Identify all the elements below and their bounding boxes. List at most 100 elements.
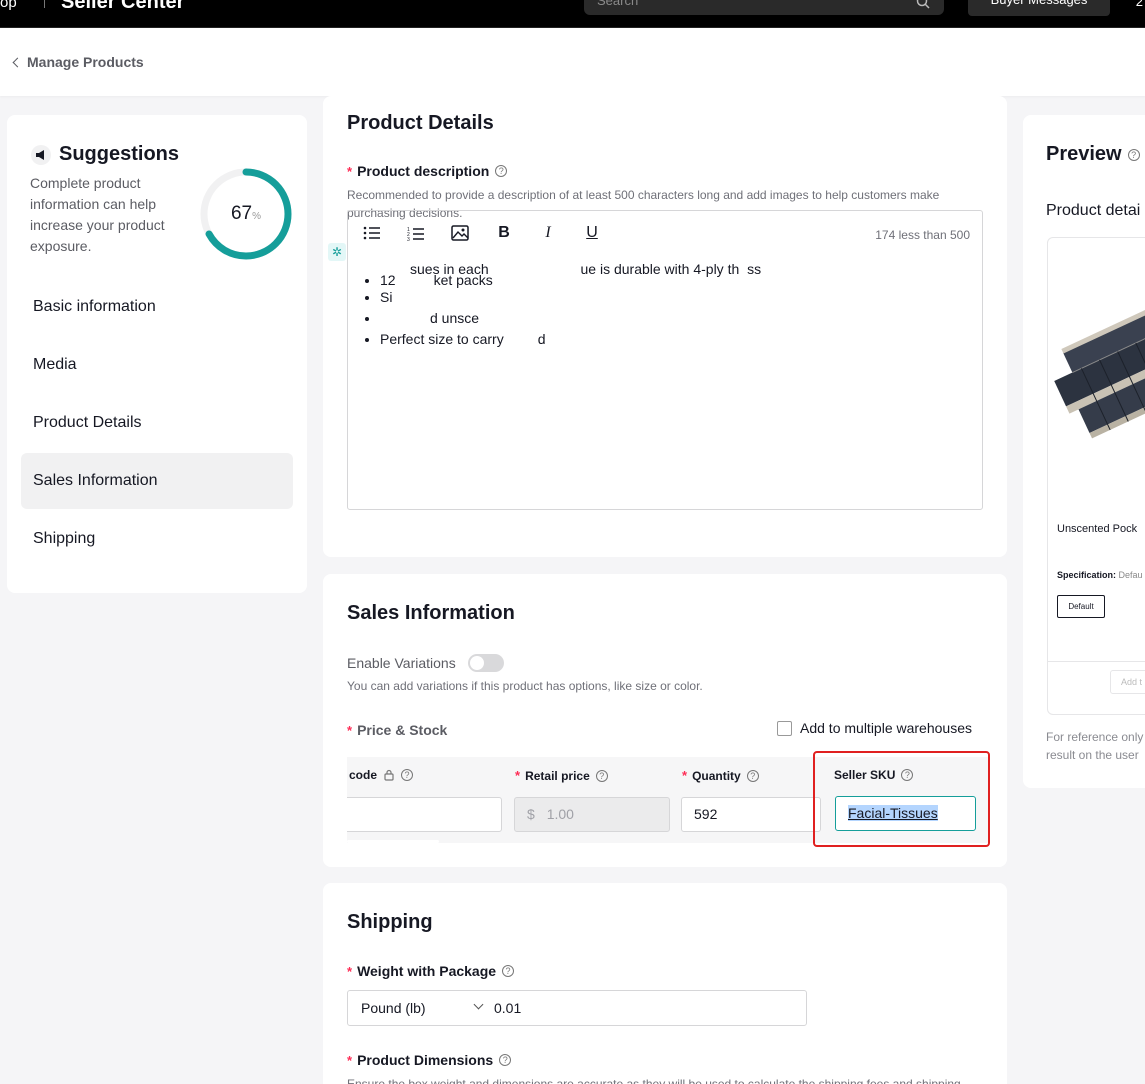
retail-price-value: 1.00 [546,806,574,822]
progress-number: 67 [230,203,253,224]
price-stock-label: * Price & Stock [347,722,447,738]
add-to-cart-button[interactable]: Add t [1110,670,1145,694]
table-scrollbar[interactable] [347,840,439,843]
preview-subtitle: Product detai [1046,202,1141,219]
brand-logo-fragment: op [0,0,17,11]
list-item-text: Perfect size to carry [380,331,504,347]
back-link[interactable]: Manage Products [12,54,144,70]
column-header-seller-sku: Seller SKU ? [834,768,914,782]
weight-unit-select[interactable]: Pound (lb) [361,1000,426,1016]
phone-preview [1047,237,1145,715]
preview-specification: Specification: Defau [1057,570,1143,580]
list-item-text: d [537,331,546,347]
required-mark: * [682,768,688,783]
nav-item-product-details[interactable]: Product Details [21,395,293,451]
multiple-warehouses-checkbox[interactable] [777,720,792,736]
help-icon[interactable]: ? [401,769,414,781]
default-spec-button[interactable]: Default [1057,595,1105,618]
content-fragment: ue is durable with 4-ply th [580,261,740,277]
preview-title: Preview ? [1046,143,1140,166]
suggestions-title: Suggestions [31,143,179,166]
weight-label-text: Weight with Package [357,963,497,979]
seller-sku-input[interactable]: Facial-Tissues [835,796,976,831]
help-icon[interactable]: ? [901,769,914,781]
product-details-title: Product Details [347,112,494,134]
product-description-label: * Product description ? [347,163,508,179]
column-header-code: code ? [349,768,414,782]
sales-information-title: Sales Information [347,602,515,624]
description-editor[interactable]: 123 B I U 174 less than 500 sues in each… [347,210,983,510]
suggestions-description: Complete product information can help in… [30,175,165,254]
product-image [1054,308,1145,439]
shipping-card: Shipping * Weight with Package ? Pound (… [323,883,1007,1084]
multiple-warehouses-option[interactable]: Add to multiple warehouses [777,720,972,736]
help-icon[interactable]: ? [495,165,508,177]
shipping-title: Shipping [347,911,433,933]
help-icon[interactable]: ? [499,1054,512,1066]
weight-label: * Weight with Package ? [347,963,515,979]
chevron-down-icon[interactable] [473,999,484,1010]
nav-item-shipping[interactable]: Shipping [21,511,293,567]
progress-unit: % [252,211,262,222]
code-input[interactable] [347,797,502,832]
top-bar: op Seller Center Search Buyer Messages 2 [0,0,1145,28]
topbar-edge-text: 2 [1135,0,1143,9]
product-description-label-text: Product description [357,163,490,179]
buyer-messages-button[interactable]: Buyer Messages [968,0,1110,16]
product-details-card: Product Details * Product description ? … [323,96,1007,557]
spec-label: Specification: [1057,570,1117,580]
ai-assist-icon[interactable]: ✲ [328,243,346,261]
help-icon[interactable]: ? [595,769,608,782]
required-mark: * [347,722,353,738]
required-mark: * [515,768,521,783]
search-placeholder: Search [597,0,639,8]
preview-panel: Preview ? Product detai Unscented Pock S… [1023,115,1145,788]
list-item: Si [380,287,761,308]
topbar-divider [44,0,45,8]
nav-item-basic-information[interactable]: Basic information [21,279,293,335]
suggestions-title-text: Suggestions [59,143,180,165]
global-search-input[interactable]: Search [584,0,944,15]
dimensions-help: Ensure the box weight and dimensions are… [347,1077,961,1084]
content-fragment: ss [747,261,762,277]
underline-icon[interactable]: U [582,223,602,243]
chevron-left-icon [12,57,23,68]
weight-value-input[interactable]: 0.01 [494,1000,521,1016]
currency-symbol: $ [527,806,535,822]
help-icon[interactable]: ? [1127,148,1140,161]
breadcrumb-label: Manage Products [27,54,144,70]
insert-image-icon[interactable] [450,223,470,243]
dimensions-label-text: Product Dimensions [357,1052,494,1068]
preview-product-name: Unscented Pock [1057,523,1138,535]
column-header-code-text: code [349,768,378,782]
numbered-list-icon[interactable]: 123 [406,223,426,243]
enable-variations-toggle[interactable] [468,654,504,672]
preview-note-line: result on the user [1046,748,1139,762]
character-count: 174 less than 500 [875,228,970,242]
preview-title-text: Preview [1046,143,1122,165]
svg-text:3: 3 [407,237,410,241]
list-item-text: d unsce [430,310,480,326]
bullet-list-icon[interactable] [362,223,382,243]
required-mark: * [347,163,353,179]
enable-variations-label: Enable Variations [347,655,456,671]
variations-help: You can add variations if this product h… [347,679,703,693]
italic-icon[interactable]: I [538,223,558,243]
multiple-warehouses-label: Add to multiple warehouses [800,720,972,736]
price-stock-label-text: Price & Stock [357,722,448,738]
nav-item-media[interactable]: Media [21,337,293,393]
bold-icon[interactable]: B [494,223,514,243]
spec-value: Defau [1118,570,1143,580]
column-header-quantity: * Quantity ? [682,768,759,783]
help-icon[interactable]: ? [502,965,515,977]
search-icon [916,0,930,9]
quantity-input[interactable]: 592 [681,797,821,832]
page-header: Manage Products [0,28,1145,96]
help-icon[interactable]: ? [746,769,759,782]
preview-note: For reference only result on the user [1046,728,1143,764]
seller-sku-value: Facial-Tissues [848,805,938,821]
nav-item-sales-information[interactable]: Sales Information [21,453,293,509]
toggle-knob [470,656,484,670]
preview-note-line: For reference only [1046,730,1144,744]
suggestions-panel: Suggestions Complete product information… [7,115,307,593]
